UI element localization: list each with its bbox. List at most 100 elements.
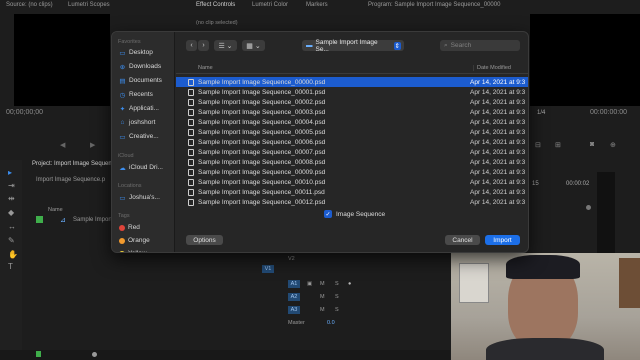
file-date: Apr 14, 2021 at 9:3 <box>470 178 526 186</box>
forward-button[interactable]: › <box>198 40 209 51</box>
folder-icon: ▬ <box>306 42 313 49</box>
cancel-button[interactable]: Cancel <box>445 235 480 245</box>
psd-file-icon <box>188 188 194 196</box>
slip-icon[interactable]: ↔ <box>8 222 16 231</box>
tab-lumetri-scopes[interactable]: Lumetri Scopes <box>68 0 110 10</box>
file-row[interactable]: Sample Import Image Sequence_00011.psd Ap… <box>176 187 528 197</box>
file-row[interactable]: Sample Import Image Sequence_00010.psd Ap… <box>176 177 528 187</box>
mute-icon-a3[interactable]: M <box>320 307 325 313</box>
mic-icon[interactable]: ● <box>348 281 351 287</box>
back-button[interactable]: ‹ <box>186 40 197 51</box>
group-button[interactable]: ▦ ⌄ <box>242 40 265 51</box>
sidebar-item-favorites-6[interactable]: ▭ Creative... <box>119 131 174 142</box>
view-options-button[interactable]: ☰ ⌄ <box>214 40 237 51</box>
sidebar-item-favorites-0[interactable]: ▭ Desktop <box>119 47 174 58</box>
sidebar-item-favorites-5[interactable]: ⌂ joshshort <box>119 117 174 128</box>
sidebar-item-favorites-2[interactable]: ▤ Documents <box>119 75 174 86</box>
export-frame-icon[interactable]: ◙ <box>590 141 594 148</box>
file-row[interactable]: Sample Import Image Sequence_00001.psd Ap… <box>176 87 528 97</box>
project-item[interactable]: Sample Import <box>73 217 112 223</box>
solo-icon-a2[interactable]: S <box>335 294 339 300</box>
file-row[interactable]: Sample Import Image Sequence_00000.psd Ap… <box>176 77 528 87</box>
tab-program[interactable]: Program: Sample Import Image Sequence_00… <box>368 0 500 10</box>
track-a1[interactable]: A1 <box>288 280 300 288</box>
hand-icon[interactable]: ✋ <box>8 250 18 259</box>
tags-heading: Tags <box>118 213 130 219</box>
tab-effect-controls[interactable]: Effect Controls <box>196 0 235 10</box>
location-popup[interactable]: ▬ Sample Import Image Se... ⇕ <box>302 39 404 53</box>
search-placeholder: Search <box>450 42 472 49</box>
sidebar-item-locations-0[interactable]: ▭ Joshua's... <box>119 192 174 203</box>
sidebar-item-favorites-3[interactable]: ◷ Recents <box>119 89 174 100</box>
psd-file-icon <box>188 88 194 96</box>
options-button[interactable]: Options <box>186 235 223 245</box>
image-sequence-option[interactable]: ✓ Image Sequence <box>324 210 385 218</box>
lock-icon[interactable]: ▣ <box>307 281 312 287</box>
master-value[interactable]: 0.0 <box>327 320 335 326</box>
file-name: Sample Import Image Sequence_00009.psd <box>198 168 326 176</box>
file-name: Sample Import Image Sequence_00007.psd <box>198 148 326 156</box>
overwrite-icon[interactable]: ⊞ <box>555 141 561 149</box>
file-row[interactable]: Sample Import Image Sequence_00004.psd Ap… <box>176 117 528 127</box>
status-bar <box>0 350 450 360</box>
type-icon[interactable]: T <box>8 262 13 271</box>
file-row[interactable]: Sample Import Image Sequence_00007.psd Ap… <box>176 147 528 157</box>
sidebar-item-tags-2[interactable]: Yellow <box>119 248 174 252</box>
tab-project[interactable]: Project: Import Image Sequence <box>32 161 118 167</box>
tools-panel: ▸ ⇥ ⇹ ◆ ↔ ✎ ✋ T <box>0 160 22 360</box>
track-a2[interactable]: A2 <box>288 293 300 301</box>
track-a3[interactable]: A3 <box>288 306 300 314</box>
premiere-workspace: Source: (no clips) Lumetri Scopes Effect… <box>0 0 640 360</box>
sidebar-item-favorites-1[interactable]: ⊕ Downloads <box>119 61 174 72</box>
file-row[interactable]: Sample Import Image Sequence_00002.psd Ap… <box>176 97 528 107</box>
file-row[interactable]: Sample Import Image Sequence_00012.psd Ap… <box>176 197 528 207</box>
step-back-icon[interactable]: ◀ <box>60 141 65 149</box>
sidebar-item-icloud-0[interactable]: ☁ iCloud Dri... <box>119 162 174 173</box>
sidebar-item-tags-0[interactable]: Red <box>119 222 174 233</box>
pencil-icon[interactable] <box>36 351 41 357</box>
tab-markers[interactable]: Markers <box>306 0 328 10</box>
file-row[interactable]: Sample Import Image Sequence_00009.psd Ap… <box>176 167 528 177</box>
zoom-fraction[interactable]: 1/4 <box>537 110 545 116</box>
file-date: Apr 14, 2021 at 9:3 <box>470 188 526 196</box>
documents-icon: ▤ <box>119 77 126 85</box>
volume-handle[interactable] <box>586 205 591 210</box>
mute-icon-a2[interactable]: M <box>320 294 325 300</box>
sidebar-item-label: Red <box>128 224 140 231</box>
mute-icon[interactable]: M <box>320 281 325 287</box>
file-row[interactable]: Sample Import Image Sequence_00005.psd Ap… <box>176 127 528 137</box>
solo-icon-a3[interactable]: S <box>335 307 339 313</box>
file-row[interactable]: Sample Import Image Sequence_00008.psd Ap… <box>176 157 528 167</box>
ripple-edit-icon[interactable]: ⇹ <box>8 194 15 203</box>
solo-icon[interactable]: S <box>335 281 339 287</box>
timeline-ruler-label: 15 <box>532 181 539 187</box>
razor-icon[interactable]: ◆ <box>8 208 14 217</box>
psd-file-icon <box>188 138 194 146</box>
zoom-slider-handle[interactable] <box>92 352 97 357</box>
file-date: Apr 14, 2021 at 9:3 <box>470 168 526 176</box>
selection-tool-icon[interactable]: ▸ <box>8 168 12 177</box>
file-browser: ‹ › ☰ ⌄ ▦ ⌄ ▬ Sample Import Image Se... … <box>176 32 528 252</box>
file-row[interactable]: Sample Import Image Sequence_00003.psd Ap… <box>176 107 528 117</box>
label-color-swatch <box>36 216 43 223</box>
file-name: Sample Import Image Sequence_00004.psd <box>198 118 326 126</box>
search-field[interactable]: ⌕ Search <box>440 40 520 51</box>
play-icon[interactable]: ▶ <box>90 141 95 149</box>
import-dialog: Favorites iCloud Locations Tags ▭ Desktop… <box>111 31 529 253</box>
track-target-v1[interactable]: V1 <box>262 265 274 273</box>
button-editor-icon[interactable]: ⊕ <box>610 141 616 149</box>
track-select-icon[interactable]: ⇥ <box>8 181 15 190</box>
date-column-header[interactable]: Date Modified <box>473 65 511 71</box>
insert-icon[interactable]: ⊟ <box>535 141 541 149</box>
pen-icon[interactable]: ✎ <box>8 236 15 245</box>
name-column-header[interactable]: Name <box>198 65 213 71</box>
image-sequence-checkbox[interactable]: ✓ <box>324 210 332 218</box>
computer-icon: ▭ <box>119 194 126 202</box>
sidebar-item-tags-1[interactable]: Orange <box>119 235 174 246</box>
import-button[interactable]: Import <box>485 235 520 245</box>
tab-lumetri-color[interactable]: Lumetri Color <box>252 0 288 10</box>
sidebar-item-favorites-4[interactable]: ✦ Applicati... <box>119 103 174 114</box>
file-row[interactable]: Sample Import Image Sequence_00006.psd Ap… <box>176 137 528 147</box>
no-clip-selected: (no clip selected) <box>196 20 238 26</box>
tab-source[interactable]: Source: (no clips) <box>6 0 53 10</box>
